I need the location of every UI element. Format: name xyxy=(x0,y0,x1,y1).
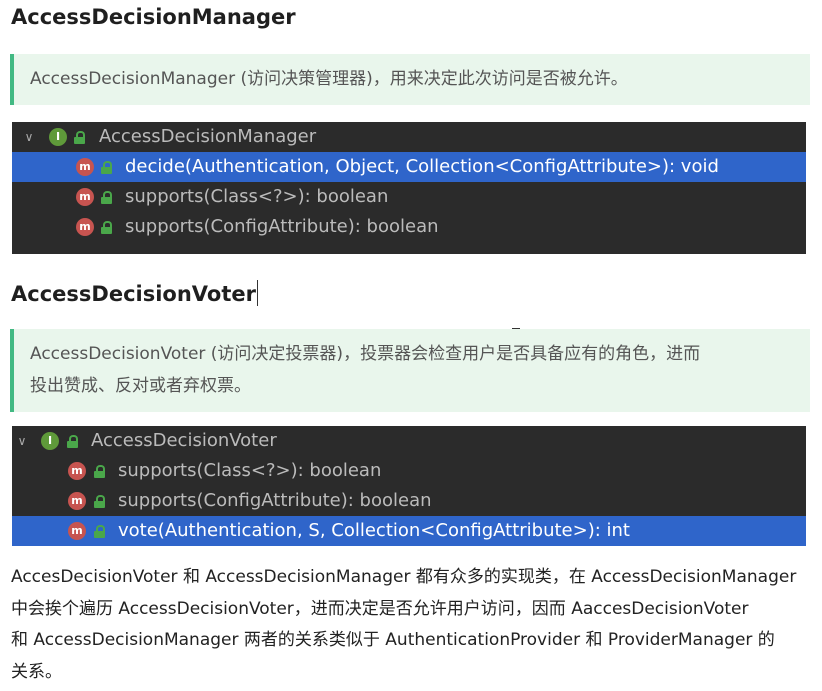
paragraph-line: 中会挨个遍历 AccessDecisionVoter，进而决定是否允许用户访问，… xyxy=(11,598,749,619)
public-lock-icon xyxy=(94,495,105,508)
method-label: vote(Authentication, S, Collection<Confi… xyxy=(118,520,630,541)
lock-icon xyxy=(67,435,78,448)
method-icon: m xyxy=(68,492,86,510)
method-icon: m xyxy=(76,188,94,206)
tree-method-row[interactable]: m supports(Class<?>): boolean xyxy=(12,456,806,486)
tree-method-row[interactable]: m vote(Authentication, S, Collection<Con… xyxy=(12,516,806,546)
method-icon: m xyxy=(68,462,86,480)
public-lock-icon xyxy=(94,465,105,478)
section-heading: AccessDecisionManager xyxy=(11,5,296,29)
public-lock-icon xyxy=(101,161,112,174)
tree-method-row[interactable]: m decide(Authentication, Object, Collect… xyxy=(12,152,806,182)
structure-tree: ∨ I AccessDecisionVoter m supports(Class… xyxy=(12,426,806,546)
method-icon: m xyxy=(76,218,94,236)
paragraph-line: 关系。 xyxy=(11,661,62,682)
text-caret xyxy=(256,280,258,306)
interface-icon: I xyxy=(49,128,67,146)
structure-tree: ∨ I AccessDecisionManager m decide(Authe… xyxy=(12,122,806,254)
section-heading: AccessDecisionVoter xyxy=(11,280,258,306)
blockquote: AccessDecisionManager (访问决策管理器)，用来决定此次访问… xyxy=(10,54,810,105)
public-lock-icon xyxy=(101,221,112,234)
public-lock-icon xyxy=(94,525,105,538)
method-label: supports(ConfigAttribute): boolean xyxy=(125,216,439,237)
quote-line: AccessDecisionManager (访问决策管理器)，用来决定此次访问… xyxy=(30,69,628,89)
tree-root-row[interactable]: ∨ I AccessDecisionManager xyxy=(12,122,806,152)
method-icon: m xyxy=(76,158,94,176)
quote-line: AccessDecisionVoter (访问决定投票器)，投票器会检查用户是否… xyxy=(30,344,701,364)
tree-root-row[interactable]: ∨ I AccessDecisionVoter xyxy=(12,426,806,456)
interface-icon: I xyxy=(41,432,59,450)
quote-line: 投出赞成、反对或者弃权票。 xyxy=(30,376,251,396)
blockquote: AccessDecisionVoter (访问决定投票器)，投票器会检查用户是否… xyxy=(10,329,810,412)
body-paragraph: AccesDecisionVoter 和 AccessDecisionManag… xyxy=(11,562,816,688)
method-label: supports(Class<?>): boolean xyxy=(118,460,382,481)
tree-root-label: AccessDecisionManager xyxy=(99,126,317,147)
method-label: decide(Authentication, Object, Collectio… xyxy=(125,156,719,177)
method-label: supports(Class<?>): boolean xyxy=(125,186,389,207)
paragraph-line: AccesDecisionVoter 和 AccessDecisionManag… xyxy=(11,567,797,587)
tree-root-label: AccessDecisionVoter xyxy=(91,430,277,451)
lock-icon xyxy=(74,131,85,144)
chevron-down-icon[interactable]: ∨ xyxy=(22,122,36,152)
tree-method-row[interactable]: m supports(ConfigAttribute): boolean xyxy=(12,486,806,516)
method-icon: m xyxy=(68,522,86,540)
paragraph-line: 和 AccessDecisionManager 两者的关系类似于 Authent… xyxy=(11,630,775,650)
tree-method-row[interactable]: m supports(ConfigAttribute): boolean xyxy=(12,212,806,242)
section-heading-text: AccessDecisionVoter xyxy=(11,282,256,306)
chevron-down-icon[interactable]: ∨ xyxy=(15,426,29,456)
method-label: supports(ConfigAttribute): boolean xyxy=(118,490,432,511)
tree-method-row[interactable]: m supports(Class<?>): boolean xyxy=(12,182,806,212)
public-lock-icon xyxy=(101,191,112,204)
